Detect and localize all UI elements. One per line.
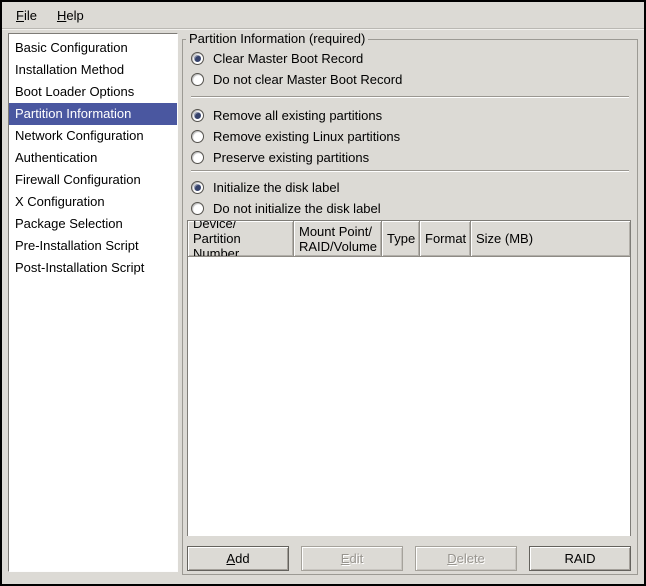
sidebar-item-boot-loader-options[interactable]: Boot Loader Options (9, 81, 177, 103)
separator (191, 170, 629, 172)
delete-button-label: elete (457, 551, 485, 566)
radio-label: Preserve existing partitions (213, 150, 369, 165)
radio-do-not-clear-mbr[interactable]: Do not clear Master Boot Record (191, 69, 402, 89)
kickstart-configurator-window: { "window": { "bg": "#dcdad5", "selectio… (0, 0, 646, 586)
radio-do-not-initialize-disk-label[interactable]: Do not initialize the disk label (191, 198, 381, 218)
add-button-label: dd (235, 551, 249, 566)
menu-file-label: ile (24, 8, 37, 23)
partitions-table: Device/ Partition Number Mount Point/ RA… (187, 220, 631, 536)
menu-help-mnemonic: H (57, 8, 66, 23)
radio-label: Remove all existing partitions (213, 108, 382, 123)
table-header-row: Device/ Partition Number Mount Point/ RA… (188, 221, 630, 257)
radio-button-icon[interactable] (191, 130, 204, 143)
menu-file-mnemonic: F (16, 8, 24, 23)
delete-button[interactable]: Delete (415, 546, 517, 571)
menu-help[interactable]: Help (47, 4, 94, 27)
radio-button-icon[interactable] (191, 151, 204, 164)
sidebar-item-x-configuration[interactable]: X Configuration (9, 191, 177, 213)
radio-button-icon[interactable] (191, 73, 204, 86)
raid-button[interactable]: RAID (529, 546, 631, 571)
sidebar-item-basic-configuration[interactable]: Basic Configuration (9, 37, 177, 59)
sidebar-item-firewall-configuration[interactable]: Firewall Configuration (9, 169, 177, 191)
column-header-mount-point[interactable]: Mount Point/ RAID/Volume (294, 221, 382, 257)
separator (191, 96, 629, 98)
column-header-size[interactable]: Size (MB) (471, 221, 630, 257)
column-header-format[interactable]: Format (420, 221, 471, 257)
sidebar-item-network-configuration[interactable]: Network Configuration (9, 125, 177, 147)
sidebar-item-pre-installation-script[interactable]: Pre-Installation Script (9, 235, 177, 257)
radio-clear-mbr[interactable]: Clear Master Boot Record (191, 48, 363, 68)
menubar: File Help (2, 2, 644, 29)
sidebar-item-partition-information[interactable]: Partition Information (9, 103, 177, 125)
column-header-device[interactable]: Device/ Partition Number (188, 221, 294, 257)
add-button[interactable]: Add (187, 546, 289, 571)
sidebar-item-package-selection[interactable]: Package Selection (9, 213, 177, 235)
radio-label: Remove existing Linux partitions (213, 129, 400, 144)
sidebar-item-installation-method[interactable]: Installation Method (9, 59, 177, 81)
radio-label: Initialize the disk label (213, 180, 339, 195)
radio-label: Do not clear Master Boot Record (213, 72, 402, 87)
delete-button-mnemonic: D (447, 551, 456, 566)
radio-label: Clear Master Boot Record (213, 51, 363, 66)
radio-remove-linux-partitions[interactable]: Remove existing Linux partitions (191, 126, 400, 146)
section-list: Basic Configuration Installation Method … (8, 33, 178, 572)
edit-button[interactable]: Edit (301, 546, 403, 571)
radio-label: Do not initialize the disk label (213, 201, 381, 216)
column-header-type[interactable]: Type (382, 221, 420, 257)
radio-button-icon[interactable] (191, 181, 204, 194)
radio-remove-all-partitions[interactable]: Remove all existing partitions (191, 105, 382, 125)
radio-button-icon[interactable] (191, 52, 204, 65)
partition-information-frame: Partition Information (required) Clear M… (182, 39, 638, 575)
radio-initialize-disk-label[interactable]: Initialize the disk label (191, 177, 339, 197)
menu-help-label: elp (66, 8, 83, 23)
radio-preserve-partitions[interactable]: Preserve existing partitions (191, 147, 369, 167)
raid-button-label: RAID (564, 551, 595, 566)
frame-title: Partition Information (required) (186, 31, 368, 46)
edit-button-label: dit (349, 551, 363, 566)
sidebar-item-authentication[interactable]: Authentication (9, 147, 177, 169)
radio-button-icon[interactable] (191, 202, 204, 215)
add-button-mnemonic: A (226, 551, 235, 566)
table-body-empty[interactable] (188, 257, 630, 536)
table-action-buttons: Add Edit Delete RAID (187, 546, 631, 571)
radio-button-icon[interactable] (191, 109, 204, 122)
menu-file[interactable]: File (6, 4, 47, 27)
sidebar-item-post-installation-script[interactable]: Post-Installation Script (9, 257, 177, 279)
